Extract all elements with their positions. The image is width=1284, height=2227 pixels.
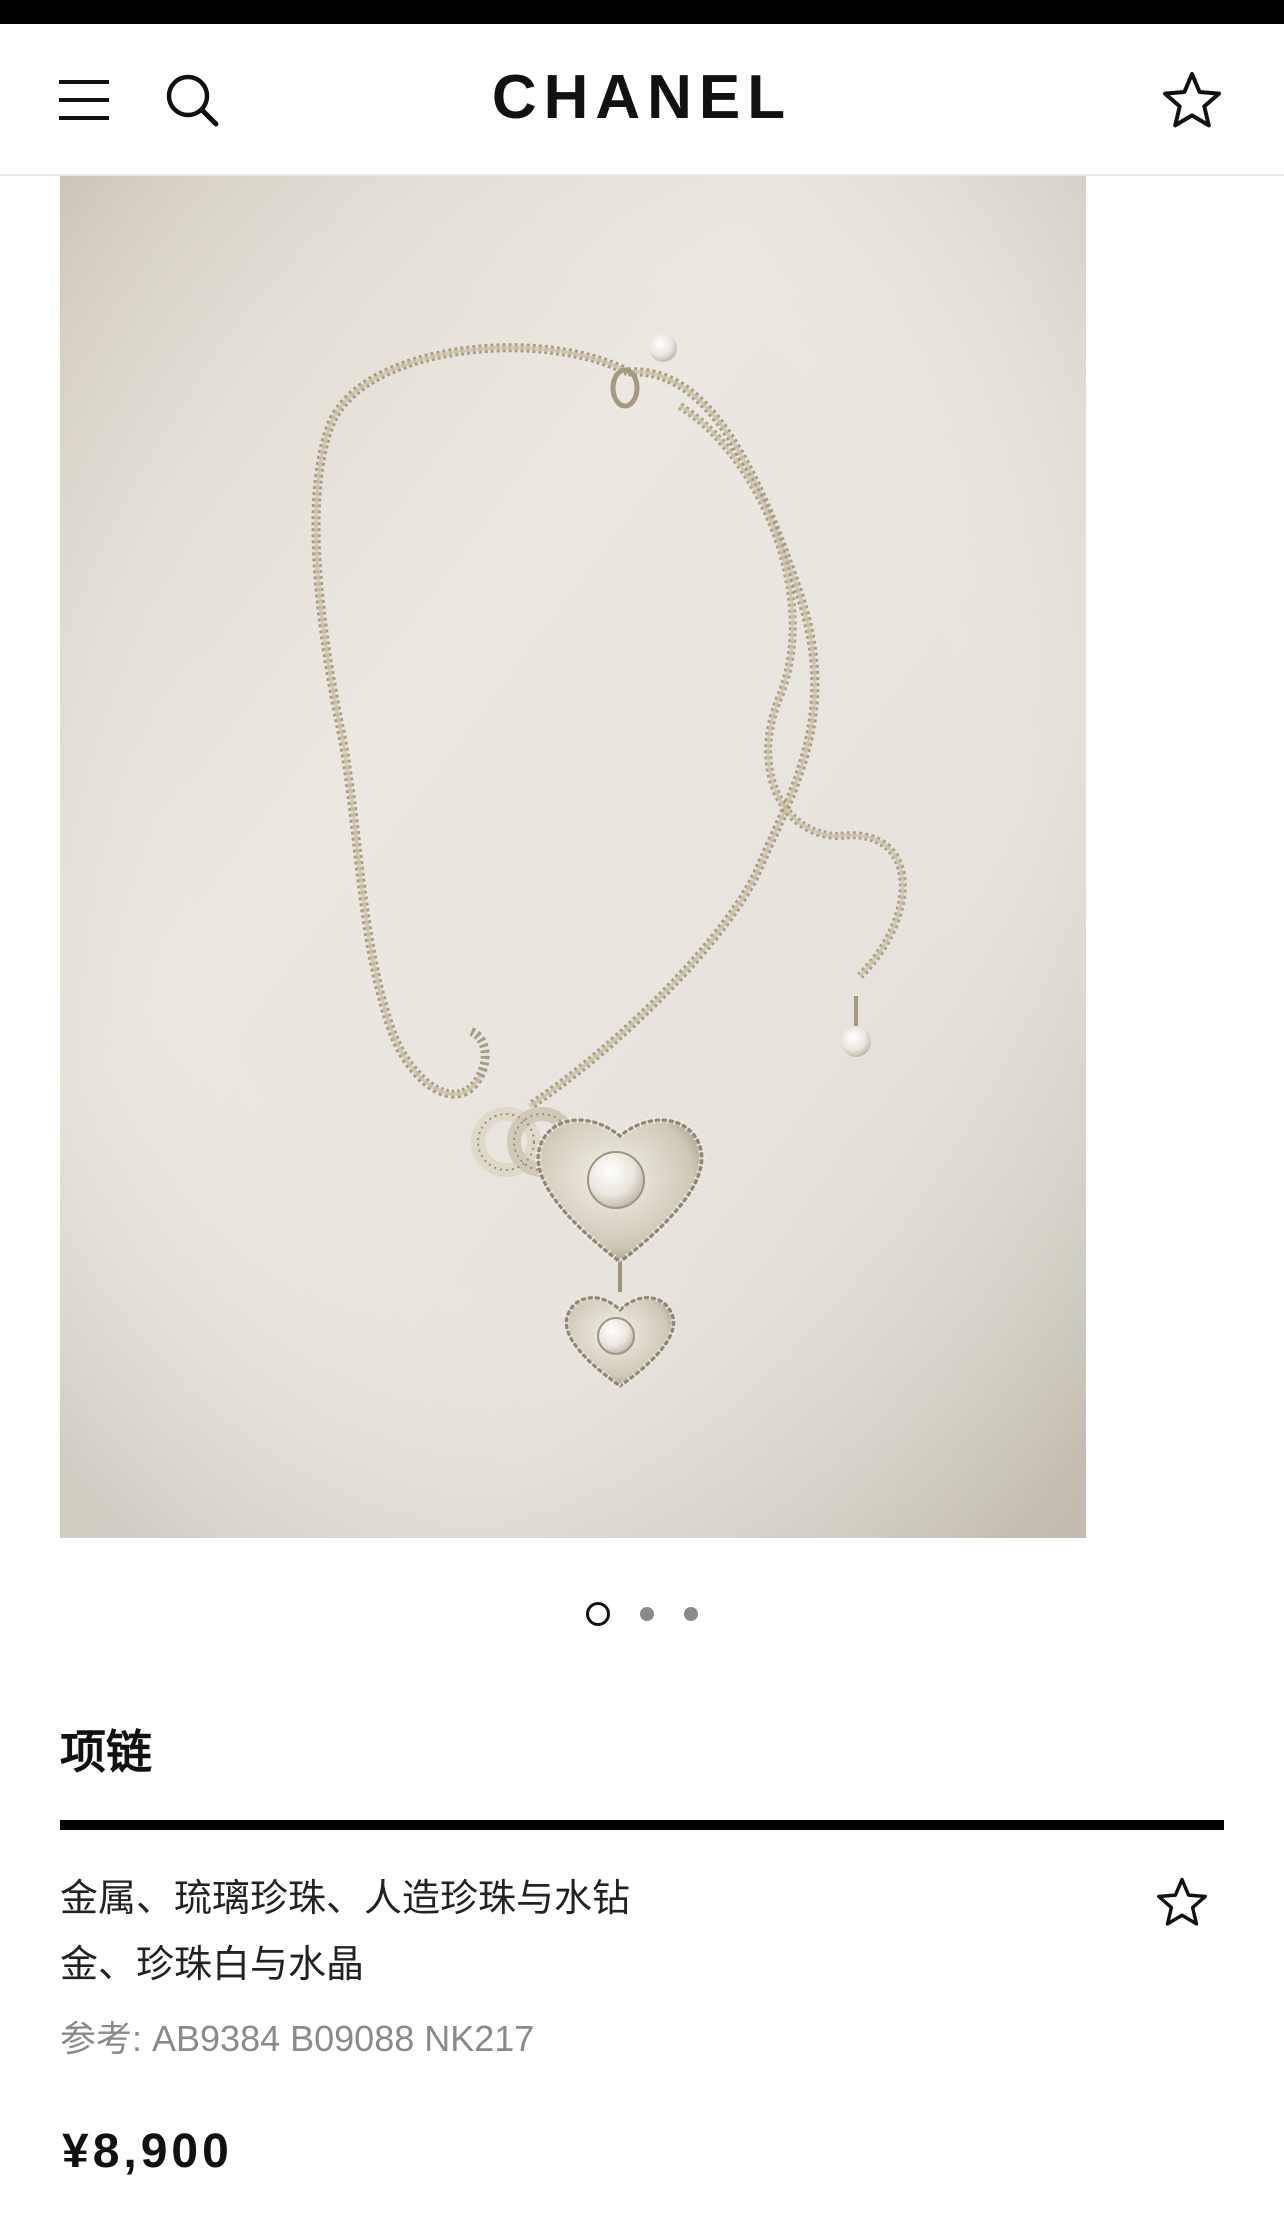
- wishlist-button[interactable]: [1160, 68, 1224, 132]
- carousel-pagination: [0, 1598, 1284, 1630]
- product-image-carousel[interactable]: [60, 176, 1086, 1538]
- section-divider: [60, 1820, 1224, 1830]
- product-photo: [60, 176, 1086, 1538]
- status-bar-strip: [0, 0, 1284, 24]
- product-reference: 参考: AB9384 B09088 NK217: [60, 2018, 535, 2059]
- product-colors: 金、珍珠白与水晶: [60, 1944, 365, 1986]
- site-header: CHANEL: [0, 24, 1284, 176]
- star-outline-icon: [1163, 72, 1221, 128]
- brand-logo[interactable]: CHANEL: [0, 62, 1284, 134]
- product-wishlist-button[interactable]: [1152, 1872, 1212, 1932]
- product-materials: 金属、琉璃珍珠、人造珍珠与水钻: [60, 1878, 631, 1920]
- carousel-dot-2[interactable]: [640, 1607, 654, 1621]
- carousel-dot-3[interactable]: [684, 1607, 698, 1621]
- product-price: ¥8,900: [62, 2125, 233, 2178]
- star-outline-icon: [1157, 1877, 1207, 1926]
- product-category: 项链: [60, 1726, 152, 1778]
- carousel-dot-1[interactable]: [586, 1602, 610, 1626]
